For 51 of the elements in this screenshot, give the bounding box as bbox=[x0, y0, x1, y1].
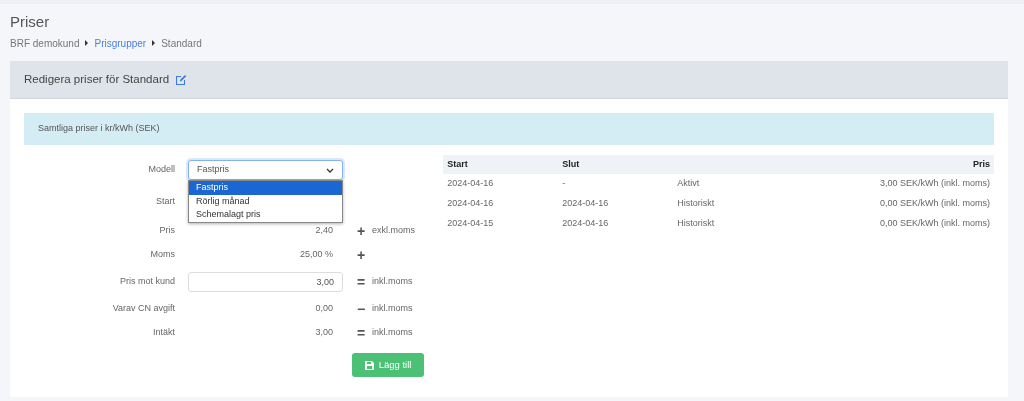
table-cell: 2024-04-16 bbox=[562, 198, 609, 209]
chevron-icon bbox=[151, 40, 157, 46]
chevron-icon bbox=[84, 40, 90, 46]
operator-sign: = bbox=[355, 323, 367, 343]
breadcrumb-item: BRF demokund bbox=[10, 36, 80, 51]
field-label: Start bbox=[155, 195, 176, 209]
unit-label: inkl.moms bbox=[372, 326, 413, 340]
model-select[interactable]: Fastpris bbox=[188, 160, 343, 180]
operator-sign: + bbox=[355, 221, 367, 241]
card-title: Redigera priser för Standard bbox=[24, 71, 170, 87]
field-label: Varav CN avgift bbox=[111, 302, 176, 316]
page-title: Priser bbox=[10, 12, 51, 32]
chevron-down-icon bbox=[326, 167, 334, 173]
column-header: Slut bbox=[562, 158, 580, 169]
table-cell: 0,00 SEK/kWh (inkl. moms) bbox=[879, 198, 990, 209]
info-alert: Samtliga priser i kr/kWh (SEK) bbox=[24, 113, 994, 145]
table-cell: 3,00 SEK/kWh (inkl. moms) bbox=[879, 178, 990, 189]
price-input[interactable]: 3,00 bbox=[188, 272, 343, 292]
unit-label: exkl.moms bbox=[372, 224, 415, 238]
table-cell: 2024-04-15 bbox=[447, 218, 494, 229]
dropdown-option[interactable]: Fastpris bbox=[189, 181, 342, 195]
dropdown-option[interactable]: Rörlig månad bbox=[189, 194, 342, 208]
table-cell: Historiskt bbox=[677, 218, 715, 229]
operator-sign: = bbox=[355, 272, 367, 292]
field-value: 2,40 bbox=[315, 224, 334, 238]
unit-label: inkl.moms bbox=[372, 302, 413, 316]
field-value: 0,00 bbox=[315, 302, 334, 316]
field-label: Pris bbox=[158, 224, 176, 238]
table-cell: 0,00 SEK/kWh (inkl. moms) bbox=[879, 218, 990, 229]
column-header: Pris bbox=[973, 158, 990, 169]
unit-label: inkl.moms bbox=[372, 275, 413, 289]
field-value: 3,00 bbox=[315, 326, 334, 340]
breadcrumb-link[interactable]: Prisgrupper bbox=[94, 35, 147, 51]
field-label: Pris mot kund bbox=[118, 275, 176, 289]
operator-sign: + bbox=[355, 245, 367, 265]
column-header: Start bbox=[447, 158, 468, 169]
table-cell: - bbox=[562, 178, 566, 189]
save-icon bbox=[364, 360, 374, 370]
field-label: Intäkt bbox=[152, 326, 176, 340]
table-cell: Aktivt bbox=[677, 178, 700, 189]
table-cell: Historiskt bbox=[677, 198, 715, 209]
table-cell: 2024-04-16 bbox=[447, 198, 494, 209]
table-cell: 2024-04-16 bbox=[447, 178, 494, 189]
breadcrumb-item: Standard bbox=[161, 36, 202, 51]
table-cell: 2024-04-16 bbox=[562, 218, 609, 229]
operator-sign: − bbox=[355, 299, 367, 319]
edit-icon[interactable] bbox=[175, 73, 188, 86]
field-label: Modell bbox=[147, 163, 176, 177]
field-value: 25,00 % bbox=[299, 248, 334, 262]
field-label: Moms bbox=[149, 248, 176, 262]
dropdown-option[interactable]: Schemalagt pris bbox=[189, 208, 342, 222]
